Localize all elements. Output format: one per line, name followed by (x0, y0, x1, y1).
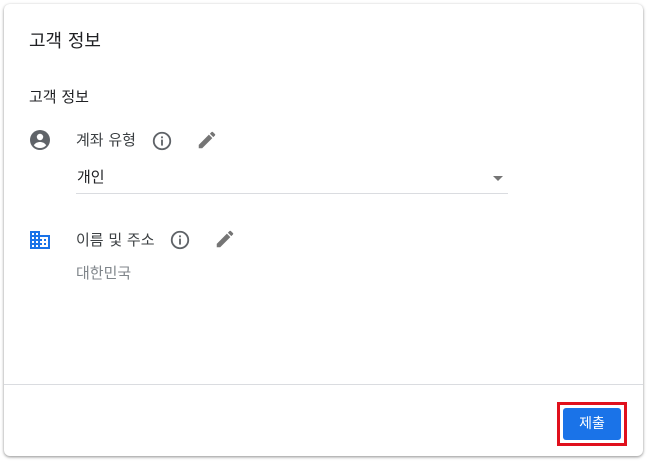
account-type-edit-icon[interactable] (196, 129, 218, 151)
name-address-info-icon[interactable] (169, 229, 191, 251)
name-address-edit-icon[interactable] (214, 228, 236, 250)
dialog-title: 고객 정보 (29, 31, 101, 52)
submit-button[interactable]: 제출 (563, 408, 621, 440)
account-circle-icon (28, 128, 52, 152)
account-type-select[interactable]: 개인 (76, 162, 508, 194)
account-type-selected-value: 개인 (77, 168, 105, 186)
dropdown-arrow-icon (493, 176, 503, 181)
customer-info-dialog: 고객 정보 고객 정보 계좌 유형 개인 이름 및 주소 대한민국 제출 (4, 4, 643, 456)
account-type-info-icon[interactable] (151, 130, 173, 152)
section-title: 고객 정보 (29, 88, 89, 106)
account-type-label: 계좌 유형 (76, 131, 136, 149)
address-value: 대한민국 (76, 264, 132, 282)
name-address-label: 이름 및 주소 (76, 231, 155, 249)
submit-highlight: 제출 (557, 402, 627, 446)
business-icon (28, 228, 52, 252)
footer-divider (4, 384, 643, 385)
